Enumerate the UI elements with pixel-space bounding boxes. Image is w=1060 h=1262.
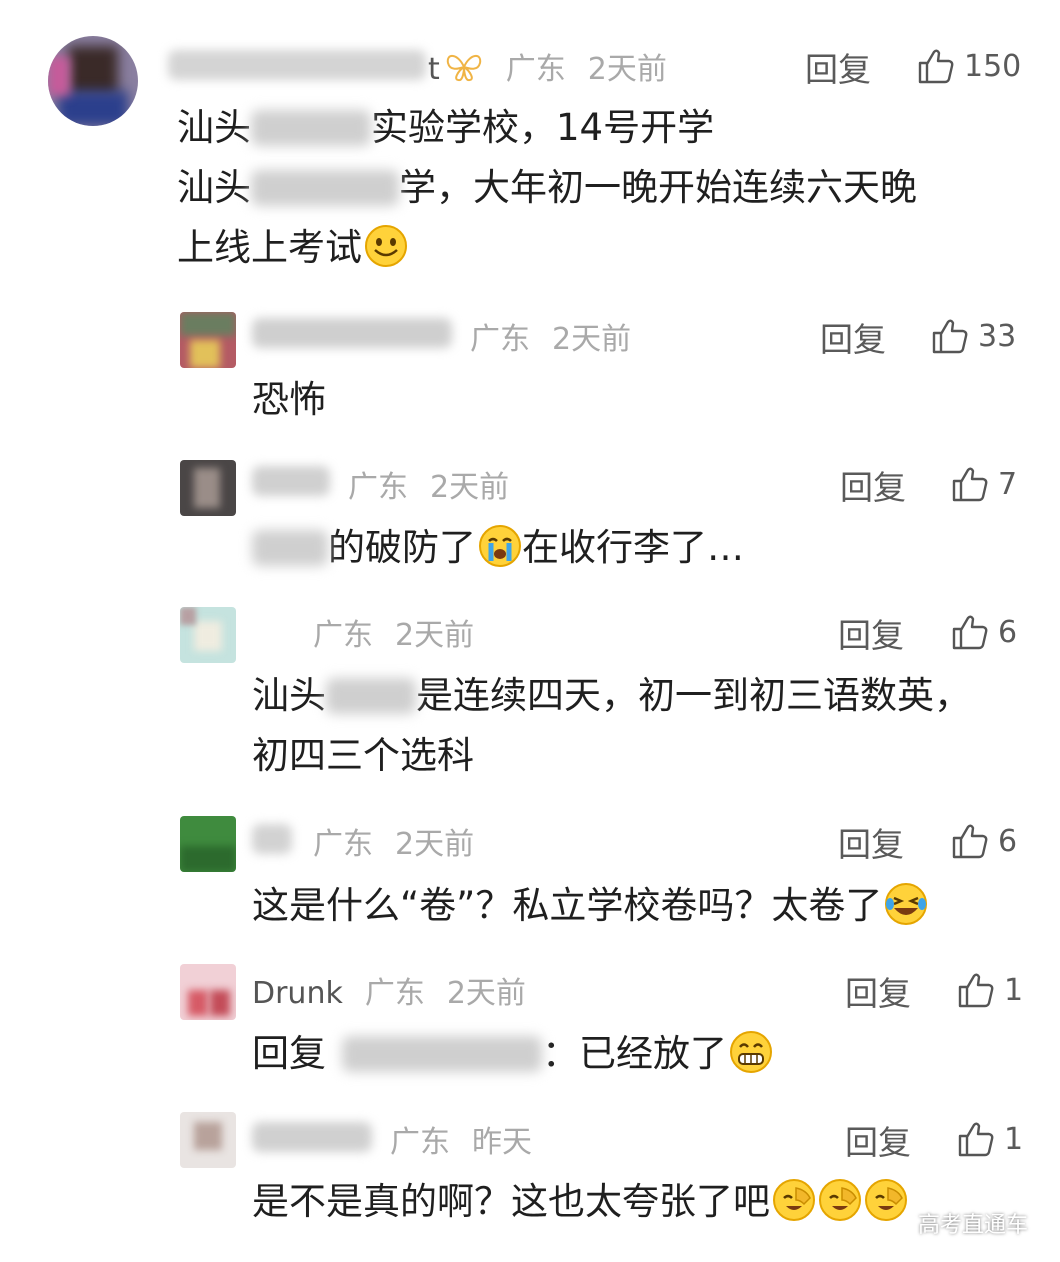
comment-meta: 广东 2天前 [470,314,631,358]
thumbs-up-icon [956,1119,996,1159]
username-suffix: t [428,52,440,87]
comment-time: 2天前 [395,827,475,862]
redacted-text [251,110,371,146]
comment-text: 是不是真的啊？这也太夸张了吧 [252,1172,908,1232]
reply-button[interactable]: 回复 [845,967,911,1015]
like-count: 7 [998,466,1018,502]
crying-emoji-icon [478,524,522,568]
thumbs-up-icon [950,821,990,861]
comment-meta: 广东 2天前 [313,819,474,863]
username-blurred[interactable] [252,318,452,348]
comment-text: 恐怖 [252,370,326,430]
like-count: 150 [964,48,1022,84]
comment-meta: 广东 2天前 [313,610,474,654]
text-segment: 实验学校，14号开学 [371,106,715,149]
avatar[interactable] [48,36,138,126]
like-count: 1 [1004,972,1024,1008]
redacted-text [252,530,328,566]
text-segment: 汕头 [177,166,251,209]
like-button[interactable]: 1 [956,1117,1023,1161]
comment-region: 广东 [505,52,566,87]
redacted-text [326,678,416,714]
text-segment: 是不是真的啊？这也太夸张了吧 [252,1180,770,1223]
comment-text: 汕头 是连续四天，初一到初三语数英， 初四三个选科 [252,666,971,786]
comment-region: 广东 [390,1125,450,1160]
comment-time: 2天前 [395,618,475,653]
text-segment: 汕头 [177,106,251,149]
like-count: 6 [998,823,1018,859]
watermark: 高考直通车 [917,1213,1028,1238]
avatar[interactable] [180,816,236,872]
facepalm-emoji-icon [772,1178,816,1222]
text-segment: 是连续四天，初一到初三语数英， [416,674,971,717]
like-count: 33 [978,318,1017,354]
facepalm-emoji-icon [864,1178,908,1222]
like-button[interactable]: 33 [930,314,1016,358]
smile-emoji-icon [364,224,408,268]
thumbs-up-icon [950,464,990,504]
reply-button[interactable]: 回复 [820,313,886,361]
reply-button[interactable]: 回复 [838,818,904,866]
comment-time: 2天前 [430,470,510,505]
avatar[interactable] [180,1112,236,1168]
comment-text: 汕头 实验学校，14号开学 汕头 学，大年初一晚开始连续六天晚 上线上考试 [177,98,917,278]
avatar[interactable] [180,607,236,663]
username-blurred[interactable] [252,466,330,496]
comment-meta: 广东 2天前 [348,462,509,506]
avatar[interactable] [180,460,236,516]
comment-time: 2天前 [446,976,526,1011]
text-segment: 学，大年初一晚开始连续六天晚 [399,166,917,209]
like-count: 6 [998,614,1018,650]
username[interactable]: Drunk [252,976,343,1011]
like-button[interactable]: 1 [956,968,1023,1012]
redacted-text [342,1036,542,1072]
comment-time: 昨天 [472,1125,532,1160]
comment-region: 广东 [470,322,530,357]
text-segment: 这是什么“卷”？私立学校卷吗？太卷了 [252,884,883,927]
butterfly-badge-icon [444,51,484,91]
avatar[interactable] [180,964,236,1020]
facepalm-emoji-icon [818,1178,862,1222]
reply-button[interactable]: 回复 [845,1116,911,1164]
laughing-tears-emoji-icon [884,882,928,926]
comment-meta: 广东 昨天 [390,1117,532,1161]
redacted-text [251,170,399,206]
text-segment: 上线上考试 [177,226,362,269]
grin-emoji-icon [729,1030,773,1074]
comment-region: 广东 [348,470,408,505]
reply-button[interactable]: 回复 [805,43,871,91]
like-count: 1 [1004,1121,1024,1157]
comment-time: 2天前 [552,322,632,357]
comment-text: 的破防了 在收行李了… [252,518,744,578]
comment-meta: Drunk 广东 2天前 [252,968,526,1012]
text-segment: 汕头 [252,674,326,717]
like-button[interactable]: 150 [916,44,1021,88]
text-segment: ：已经放了 [542,1032,727,1075]
like-button[interactable]: 7 [950,462,1017,506]
thumbs-up-icon [916,46,956,86]
like-button[interactable]: 6 [950,819,1017,863]
comment-text: 这是什么“卷”？私立学校卷吗？太卷了 [252,876,928,936]
username-blurred[interactable] [252,1122,372,1152]
text-segment: 回复 [252,1032,326,1075]
reply-button[interactable]: 回复 [840,461,906,509]
comment-text: 回复 ：已经放了 [252,1024,773,1084]
text-segment: 在收行李了… [522,526,744,569]
text-segment: 的破防了 [328,526,476,569]
text-segment: 恐怖 [252,378,326,421]
comment-time: 2天前 [587,52,667,87]
thumbs-up-icon [956,970,996,1010]
reply-button[interactable]: 回复 [838,609,904,657]
comment-region: 广东 [313,827,373,862]
avatar[interactable] [180,312,236,368]
comment-meta: t 广东 2天前 [428,44,667,91]
comment-region: 广东 [313,618,373,653]
thumbs-up-icon [950,612,990,652]
username-blurred[interactable] [252,824,292,854]
text-segment: 初四三个选科 [252,734,474,777]
username-blurred[interactable] [168,50,426,80]
comment-region: 广东 [364,976,425,1011]
like-button[interactable]: 6 [950,610,1017,654]
thumbs-up-icon [930,316,970,356]
